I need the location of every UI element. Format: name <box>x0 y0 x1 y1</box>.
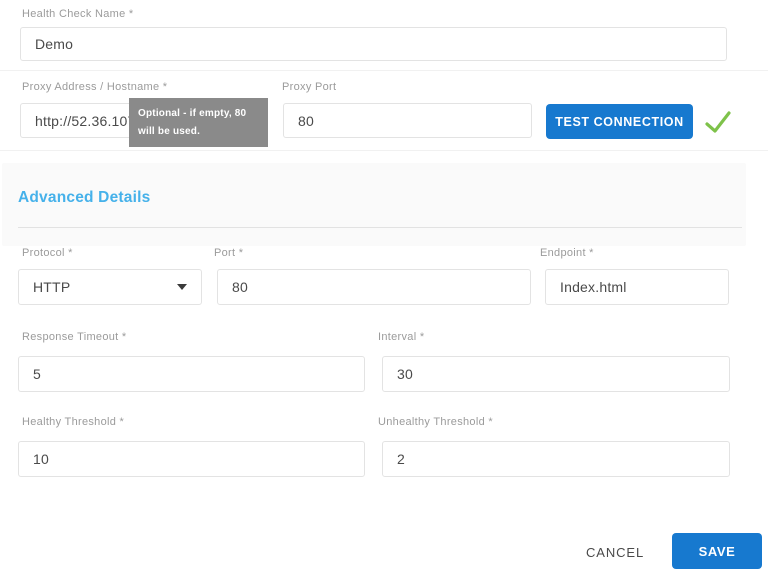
port-label: Port * <box>214 247 243 259</box>
health-check-name-label: Health Check Name * <box>22 8 133 20</box>
cancel-button[interactable]: CANCEL <box>578 539 652 566</box>
proxy-port-tooltip: Optional - if empty, 80 will be used. <box>129 98 268 147</box>
healthy-threshold-label: Healthy Threshold * <box>22 416 124 428</box>
unhealthy-threshold-input[interactable] <box>382 441 730 477</box>
proxy-port-label: Proxy Port <box>282 81 336 93</box>
advanced-details-panel: Advanced Details <box>2 163 746 246</box>
unhealthy-threshold-label: Unhealthy Threshold * <box>378 416 493 428</box>
port-input[interactable] <box>217 269 531 305</box>
test-connection-button[interactable]: TEST CONNECTION <box>546 104 693 139</box>
healthy-threshold-input[interactable] <box>18 441 365 477</box>
save-button[interactable]: SAVE <box>672 533 762 569</box>
advanced-details-heading: Advanced Details <box>18 189 150 207</box>
interval-input[interactable] <box>382 356 730 392</box>
section-divider <box>18 227 742 228</box>
chevron-down-icon <box>177 284 187 290</box>
row-divider <box>0 70 768 71</box>
protocol-select-value: HTTP <box>33 279 70 295</box>
endpoint-label: Endpoint * <box>540 247 594 259</box>
success-check-icon <box>704 109 732 135</box>
response-timeout-label: Response Timeout * <box>22 331 126 343</box>
response-timeout-input[interactable] <box>18 356 365 392</box>
proxy-port-input[interactable] <box>283 103 532 138</box>
proxy-address-label: Proxy Address / Hostname * <box>22 81 167 93</box>
health-check-name-input[interactable] <box>20 27 727 61</box>
endpoint-input[interactable] <box>545 269 729 305</box>
row-divider <box>0 150 768 151</box>
protocol-label: Protocol * <box>22 247 73 259</box>
protocol-select[interactable]: HTTP <box>18 269 202 305</box>
interval-label: Interval * <box>378 331 424 343</box>
